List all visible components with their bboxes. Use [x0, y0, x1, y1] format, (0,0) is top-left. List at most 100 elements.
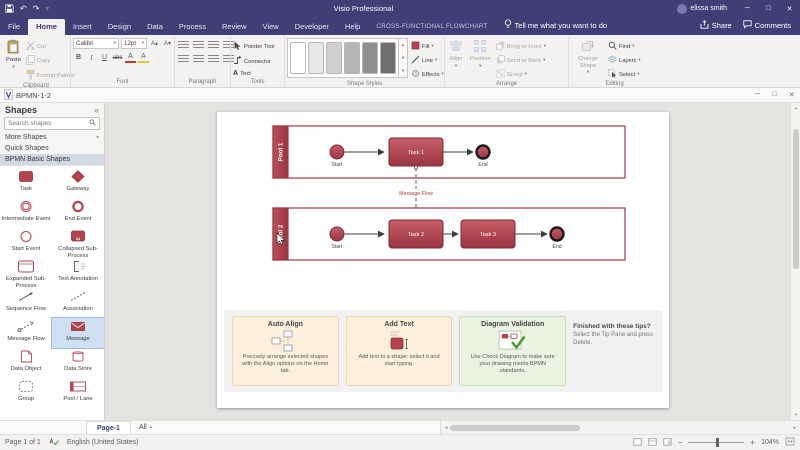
presentation-view-icon[interactable] [648, 437, 657, 448]
stencil-item-group[interactable]: Group [0, 378, 52, 408]
tab-design[interactable]: Design [100, 19, 139, 35]
zoom-slider-thumb[interactable] [716, 438, 720, 447]
stencil-item-data-store[interactable]: Data Store [52, 348, 104, 378]
grow-font-button[interactable]: A▴ [149, 38, 160, 49]
change-shape-button[interactable]: Change Shape ▾ [571, 38, 605, 76]
doc-close-button[interactable]: ✕ [783, 91, 800, 99]
font-size-select[interactable]: 12pt ▾ [121, 38, 147, 49]
page-tab-page1[interactable]: Page-1 [86, 421, 131, 434]
tab-developer[interactable]: Developer [287, 19, 337, 35]
stencil-bpmn-basic-shapes[interactable]: BPMN Basic Shapes [0, 154, 104, 165]
layers-button[interactable]: Layers ▾ [607, 55, 641, 66]
underline-button[interactable]: U [99, 52, 110, 63]
paste-button[interactable]: Paste ▾ [4, 38, 23, 70]
stencil-item-pool-lane[interactable]: Pool / Lane [52, 378, 104, 408]
search-shapes-input[interactable] [8, 120, 87, 127]
find-button[interactable]: Find ▾ [608, 41, 641, 52]
align-button[interactable]: Align ▾ [447, 38, 465, 69]
gallery-down-icon[interactable]: ▾ [399, 52, 407, 65]
shape-style-thumbnail[interactable] [362, 42, 378, 74]
stencil-item-gateway[interactable]: Gateway [52, 168, 104, 198]
horizontal-scroll-thumb[interactable] [449, 424, 580, 431]
shape-style-thumbnail[interactable] [344, 42, 360, 74]
scroll-up-icon[interactable]: ▴ [791, 103, 800, 113]
zoom-level[interactable]: 104% [761, 439, 779, 446]
tab-data[interactable]: Data [139, 19, 171, 35]
normal-view-icon[interactable] [633, 437, 642, 448]
send-to-back-button[interactable]: Send to Back ▾ [496, 55, 546, 66]
stencil-item-task[interactable]: Task [0, 168, 52, 198]
user-account[interactable]: elissa smith [677, 3, 727, 14]
tab-view[interactable]: View [255, 19, 287, 35]
bring-to-front-button[interactable]: Bring to Front ▾ [496, 41, 546, 52]
tab-contextual-flowchart[interactable]: CROSS-FUNCTIONAL FLOWCHART [368, 20, 495, 35]
vertical-scroll-thumb[interactable] [793, 129, 799, 269]
scroll-right-icon[interactable]: ▸ [791, 425, 798, 431]
stencil-item-collapsed-subprocess[interactable]: Collapsed Sub-Process [52, 228, 104, 259]
page-info[interactable]: Page 1 of 1 [5, 439, 41, 446]
redo-icon[interactable]: ↷ [33, 4, 40, 13]
strikethrough-button[interactable]: abc [112, 52, 123, 63]
tab-help[interactable]: Help [337, 19, 368, 35]
collapse-panel-icon[interactable]: « [95, 106, 99, 115]
position-button[interactable]: Position ▾ [468, 38, 493, 69]
tab-review[interactable]: Review [214, 19, 255, 35]
zoom-out-button[interactable]: − [678, 438, 683, 447]
stencil-item-intermediate-event[interactable]: Intermediate Event [0, 198, 52, 228]
language-status[interactable]: English (United States) [67, 439, 139, 446]
more-shapes-button[interactable]: More Shapes ▸ [0, 132, 104, 143]
italic-button[interactable]: I [86, 52, 97, 63]
full-screen-view-icon[interactable] [663, 437, 672, 448]
stencil-item-message[interactable]: Message [51, 317, 104, 349]
zoom-in-button[interactable]: + [750, 438, 755, 447]
shape-style-thumbnail[interactable] [380, 42, 396, 74]
group-button[interactable]: Group ▾ [496, 69, 546, 80]
connector-tool-button[interactable]: Connector [233, 56, 275, 67]
fill-button[interactable]: Fill ▾ [411, 41, 444, 52]
doc-restore-button[interactable]: □ [766, 91, 783, 99]
qat-customize-icon[interactable]: ▾ [45, 4, 49, 13]
select-button[interactable]: Select ▾ [608, 69, 641, 80]
shape-style-thumbnail[interactable] [308, 42, 324, 74]
spell-check-icon[interactable] [49, 437, 59, 448]
stencil-item-association[interactable]: Association [52, 288, 104, 318]
tab-home[interactable]: Home [28, 19, 65, 35]
indent-increase-icon[interactable] [193, 55, 204, 63]
save-icon[interactable] [5, 4, 14, 13]
zoom-slider[interactable] [688, 438, 745, 447]
align-center-icon[interactable] [208, 41, 219, 49]
bold-button[interactable]: B [73, 52, 84, 63]
text-tool-button[interactable]: A Text [233, 70, 275, 77]
line-spacing-icon[interactable] [208, 55, 219, 63]
scroll-left-icon[interactable]: ◂ [443, 425, 450, 431]
tab-insert[interactable]: Insert [65, 19, 100, 35]
share-button[interactable]: Share [700, 20, 732, 31]
drawing-canvas[interactable]: Pool 1 Start Task 1 End Message Flow Poo… [105, 103, 800, 420]
tips-pane[interactable]: Auto Align Precisely arrange selected sh… [224, 310, 662, 392]
shape-style-thumbnail[interactable] [326, 42, 342, 74]
end-event-pool2[interactable] [549, 226, 565, 242]
close-button[interactable]: ✕ [779, 0, 800, 17]
scroll-down-icon[interactable]: ▾ [791, 410, 800, 420]
shape-style-thumbnail[interactable] [290, 42, 306, 74]
start-event-pool1[interactable] [329, 144, 345, 160]
horizontal-scrollbar[interactable]: ◂ ▸ [440, 421, 800, 434]
drawing-page[interactable]: Pool 1 Start Task 1 End Message Flow Poo… [217, 112, 669, 408]
tell-me-box[interactable]: Tell me what you want to do [504, 19, 607, 35]
stencil-item-expanded-subprocess[interactable]: Expanded Sub-Process [0, 258, 52, 289]
quick-shapes-button[interactable]: Quick Shapes [0, 143, 104, 154]
font-family-select[interactable]: Calibri ▾ [73, 38, 119, 49]
tab-file[interactable]: File [0, 19, 28, 35]
tab-process[interactable]: Process [171, 19, 214, 35]
font-color-button[interactable]: A [125, 53, 136, 63]
effects-button[interactable]: Effects ▾ [411, 69, 444, 80]
gallery-more-icon[interactable]: ▾ [399, 64, 407, 77]
vertical-scrollbar[interactable]: ▴ ▾ [790, 103, 800, 420]
gallery-up-icon[interactable]: ▴ [399, 39, 407, 52]
stencil-item-end-event[interactable]: End Event [52, 198, 104, 228]
doc-minimize-button[interactable]: ─ [749, 91, 766, 99]
minimize-button[interactable]: ─ [737, 0, 758, 17]
all-pages-button[interactable]: All ▴ [131, 421, 160, 434]
search-shapes-box[interactable] [4, 117, 100, 130]
stencil-item-start-event[interactable]: Start Event [0, 228, 52, 258]
